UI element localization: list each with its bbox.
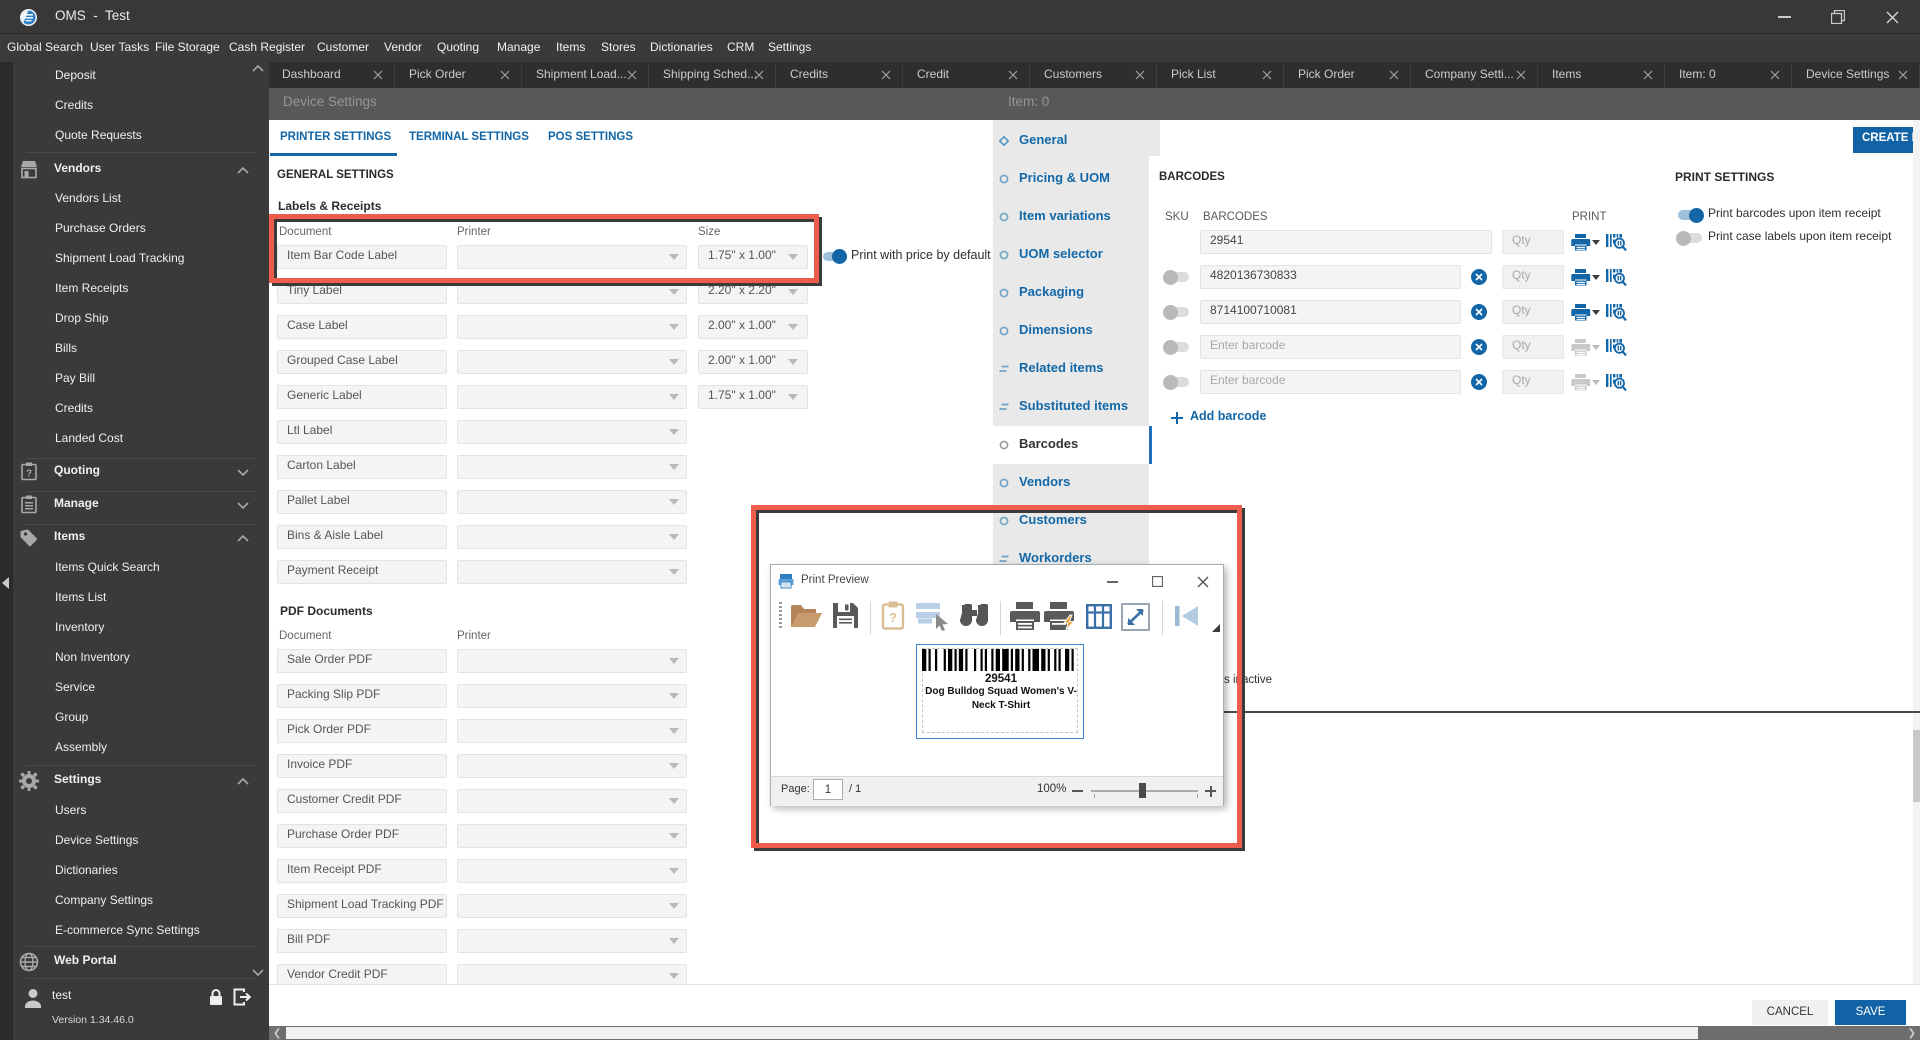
svg-text:?: ? [26, 469, 32, 480]
